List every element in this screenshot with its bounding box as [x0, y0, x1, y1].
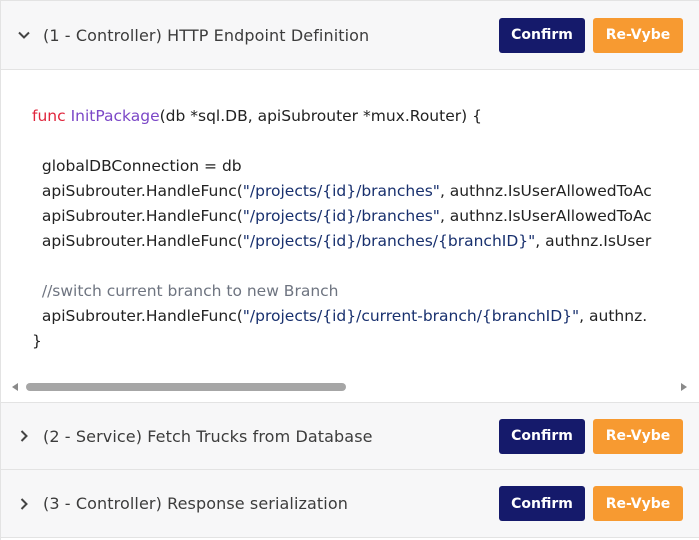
- section-header-1[interactable]: (1 - Controller) HTTP Endpoint Definitio…: [1, 0, 699, 70]
- code-closing-brace: }: [32, 332, 42, 350]
- code-line-5-call: apiSubrouter.HandleFunc(: [41, 207, 243, 225]
- section-header-left: (2 - Service) Fetch Trucks from Database: [15, 427, 373, 446]
- code-line-4-args: , authnz.IsUserAllowedToAc: [439, 182, 652, 200]
- scrollbar-thumb[interactable]: [26, 383, 346, 391]
- chevron-right-icon[interactable]: [15, 495, 33, 513]
- code-line-6-string: "/projects/{id}/branches/{branchID}": [242, 232, 536, 250]
- confirm-button[interactable]: Confirm: [499, 418, 585, 454]
- code-panel[interactable]: func InitPackage(db *sql.DB, apiSubroute…: [1, 70, 699, 402]
- re-vybe-button[interactable]: Re-Vybe: [593, 486, 683, 521]
- code-line-6-call: apiSubrouter.HandleFunc(: [41, 232, 243, 250]
- re-vybe-button[interactable]: Re-Vybe: [593, 17, 683, 53]
- accordion: (1 - Controller) HTTP Endpoint Definitio…: [0, 0, 699, 540]
- confirm-button[interactable]: Confirm: [499, 17, 585, 53]
- scroll-right-arrow-icon[interactable]: [681, 383, 687, 391]
- re-vybe-button[interactable]: Re-Vybe: [593, 418, 683, 454]
- confirm-button[interactable]: Confirm: [499, 486, 585, 521]
- section-title-2: (2 - Service) Fetch Trucks from Database: [43, 426, 373, 446]
- section-header-2[interactable]: (2 - Service) Fetch Trucks from Database…: [1, 402, 699, 470]
- horizontal-scrollbar[interactable]: [1, 380, 699, 394]
- section-actions-2: Confirm Re-Vybe: [499, 418, 683, 454]
- section-header-left: (3 - Controller) Response serialization: [15, 494, 348, 513]
- section-actions-1: Confirm Re-Vybe: [499, 17, 683, 53]
- code-line-3: globalDBConnection = db: [41, 157, 242, 175]
- code-line-9-call: apiSubrouter.HandleFunc(: [41, 307, 243, 325]
- section-title-3: (3 - Controller) Response serialization: [43, 494, 348, 513]
- section-title-1: (1 - Controller) HTTP Endpoint Definitio…: [43, 25, 370, 45]
- code-signature: (db *sql.DB, apiSubrouter *mux.Router) {: [159, 107, 482, 125]
- code-line-5-args: , authnz.IsUserAllowedToAc: [439, 207, 652, 225]
- section-header-left: (1 - Controller) HTTP Endpoint Definitio…: [15, 26, 369, 45]
- code-keyword: func: [32, 107, 66, 125]
- chevron-down-icon[interactable]: [15, 26, 33, 44]
- code-function-name: InitPackage: [70, 107, 160, 125]
- section-header-3[interactable]: (3 - Controller) Response serialization …: [1, 470, 699, 538]
- code-line-4-string: "/projects/{id}/branches": [242, 182, 440, 200]
- code-line-9-string: "/projects/{id}/current-branch/{branchID…: [242, 307, 580, 325]
- code-line-9-args: , authnz.: [579, 307, 648, 325]
- code-line-5-string: "/projects/{id}/branches": [242, 207, 440, 225]
- section-actions-3: Confirm Re-Vybe: [499, 486, 683, 521]
- code-block: func InitPackage(db *sql.DB, apiSubroute…: [32, 104, 652, 354]
- scroll-left-arrow-icon[interactable]: [12, 383, 18, 391]
- code-line-6-args: , authnz.IsUser: [535, 232, 652, 250]
- code-comment: //switch current branch to new Branch: [41, 282, 339, 300]
- code-line-4-call: apiSubrouter.HandleFunc(: [41, 182, 243, 200]
- chevron-right-icon[interactable]: [15, 427, 33, 445]
